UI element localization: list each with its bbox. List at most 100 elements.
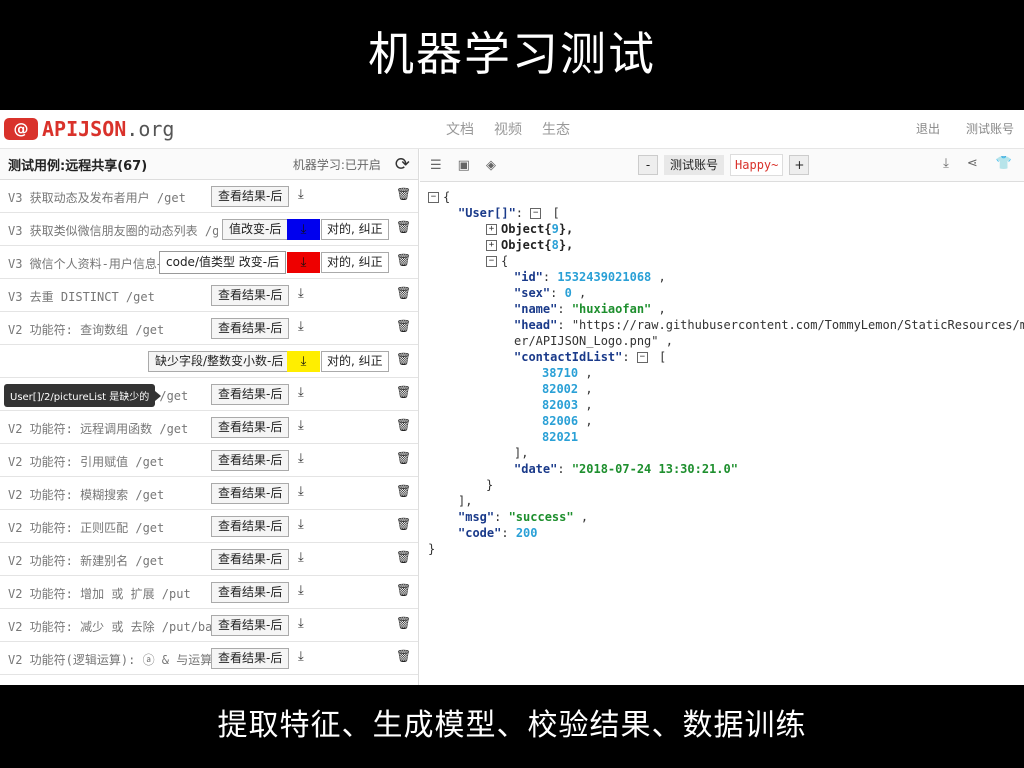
trash-icon[interactable]: 🗑: [396, 418, 411, 432]
view-result-button[interactable]: 查看结果-后: [211, 549, 290, 570]
logout-link[interactable]: 退出: [916, 120, 940, 137]
test-case-name[interactable]: V3 去重 DISTINCT /get: [8, 288, 218, 305]
view-result-button[interactable]: 查看结果-后: [211, 384, 290, 405]
test-case-name[interactable]: V2 功能符: 减少 或 去除 /put/bala: [8, 618, 218, 635]
test-case-row[interactable]: V3 获取类似微信朋友圈的动态列表 /get 值改变-后 ⤓ 对的, 纠正 🗑: [0, 213, 418, 246]
diff-indicator[interactable]: ⤓: [287, 252, 320, 273]
test-case-name[interactable]: V3 获取动态及发布者用户 /get: [8, 189, 218, 206]
save-icon[interactable]: ▣: [458, 158, 470, 173]
test-account-link[interactable]: 测试账号: [966, 120, 1014, 137]
test-case-name[interactable]: V2 功能符: 远程调用函数 /get: [8, 420, 218, 437]
trash-icon[interactable]: 🗑: [396, 517, 411, 531]
test-case-row[interactable]: V2 功能符: 新建别名 /get 查看结果-后 ⤓ 🗑: [0, 543, 418, 576]
test-case-row[interactable]: V2 功能符: 正则匹配 /get 查看结果-后 ⤓ 🗑: [0, 510, 418, 543]
json-token: "2018-07-24 13:30:21.0": [571, 462, 738, 476]
compare-result-button[interactable]: 缺少字段/整数变小数-后: [148, 351, 291, 372]
nav-video[interactable]: 视频: [494, 119, 522, 139]
expand-toggle-icon[interactable]: +: [486, 240, 497, 251]
list-icon[interactable]: ☰: [430, 158, 442, 173]
diff-indicator[interactable]: ⤓: [287, 219, 320, 240]
test-case-row[interactable]: V3 去重 DISTINCT /get 查看结果-后 ⤓ 🗑: [0, 279, 418, 312]
response-panel: ☰ ▣ ◈ - 测试账号 Happy~ + ⤓ ⋖ 👕 −{"User[]": …: [420, 149, 1024, 685]
download-icon[interactable]: ⤓: [298, 187, 304, 202]
trash-icon[interactable]: 🗑: [396, 253, 411, 267]
correct-button[interactable]: 对的, 纠正: [321, 252, 389, 273]
test-case-row[interactable]: V2 功能符: 引用赋值 /get 查看结果-后 ⤓ 🗑: [0, 444, 418, 477]
view-result-button[interactable]: 查看结果-后: [211, 648, 290, 669]
share-icon[interactable]: ⋖: [967, 156, 978, 171]
trash-icon[interactable]: 🗑: [396, 220, 411, 234]
nav-docs[interactable]: 文档: [446, 119, 474, 139]
view-result-button[interactable]: 查看结果-后: [211, 516, 290, 537]
download-icon[interactable]: ⤓: [298, 418, 304, 433]
trash-icon[interactable]: 🗑: [396, 649, 411, 663]
trash-icon[interactable]: 🗑: [396, 319, 411, 333]
download-icon[interactable]: ⤓: [298, 649, 304, 664]
test-case-row[interactable]: V2 功能符: 远程调用函数 /get 查看结果-后 ⤓ 🗑: [0, 411, 418, 444]
test-case-row[interactable]: V2 功能符: 模糊搜索 /get 查看结果-后 ⤓ 🗑: [0, 477, 418, 510]
test-case-name[interactable]: V2 功能符: 模糊搜索 /get: [8, 486, 218, 503]
test-case-name[interactable]: V2 功能符: 查询数组 /get: [8, 321, 218, 338]
test-case-row[interactable]: V2 功能符: 增加 或 扩展 /put 查看结果-后 ⤓ 🗑: [0, 576, 418, 609]
trash-icon[interactable]: 🗑: [396, 484, 411, 498]
diff-indicator[interactable]: ⤓: [287, 351, 320, 372]
download-icon[interactable]: ⤓: [298, 286, 304, 301]
collapse-toggle-icon[interactable]: −: [428, 192, 439, 203]
download-icon[interactable]: ⤓: [298, 385, 304, 400]
trash-icon[interactable]: 🗑: [396, 187, 411, 201]
compare-result-button[interactable]: 值改变-后: [222, 219, 289, 240]
correct-button[interactable]: 对的, 纠正: [321, 351, 389, 372]
next-account-button[interactable]: +: [789, 155, 810, 175]
view-result-button[interactable]: 查看结果-后: [211, 615, 290, 636]
refresh-icon[interactable]: ⟳: [395, 154, 410, 175]
trash-icon[interactable]: 🗑: [396, 583, 411, 597]
view-result-button[interactable]: 查看结果-后: [211, 450, 290, 471]
ml-status[interactable]: 机器学习:已开启: [293, 156, 381, 173]
collapse-toggle-icon[interactable]: −: [530, 208, 542, 219]
nav-ecosystem[interactable]: 生态: [542, 119, 570, 139]
test-case-name[interactable]: V2 功能符: 引用赋值 /get: [8, 453, 218, 470]
collapse-toggle-icon[interactable]: −: [636, 352, 648, 363]
test-case-name[interactable]: V2 功能符: 增加 或 扩展 /put: [8, 585, 218, 602]
test-case-row[interactable]: 缺少字段/整数变小数-后 ⤓ 对的, 纠正 🗑: [0, 345, 418, 378]
download-icon[interactable]: ⤓: [298, 550, 304, 565]
test-case-row[interactable]: V3 获取动态及发布者用户 /get 查看结果-后 ⤓ 🗑: [0, 180, 418, 213]
test-case-row[interactable]: V2 功能符: 减少 或 去除 /put/bala 查看结果-后 ⤓ 🗑: [0, 609, 418, 642]
download-icon[interactable]: ⤓: [298, 583, 304, 598]
expand-toggle-icon[interactable]: +: [486, 224, 497, 235]
logo[interactable]: @ APIJSON.org: [4, 116, 174, 142]
test-case-name[interactable]: V2 功能符: 正则匹配 /get: [8, 519, 218, 536]
view-result-button[interactable]: 查看结果-后: [211, 417, 290, 438]
type-change-box[interactable]: code/值类型 改变-后: [159, 251, 287, 274]
trash-icon[interactable]: 🗑: [396, 550, 411, 564]
download-icon[interactable]: ⤓: [298, 451, 304, 466]
view-result-button[interactable]: 查看结果-后: [211, 582, 290, 603]
prev-account-button[interactable]: -: [638, 155, 658, 175]
test-case-row[interactable]: V2 功能符: 查询数组 /get 查看结果-后 ⤓ 🗑: [0, 312, 418, 345]
layers-icon[interactable]: ◈: [486, 158, 496, 173]
download-icon[interactable]: ⤓: [298, 484, 304, 499]
test-case-row[interactable]: V3 微信个人资料-用户信息+ ⤓ 对的, 纠正 🗑 code/值类型 改变-后: [0, 246, 418, 279]
trash-icon[interactable]: 🗑: [396, 352, 411, 366]
view-result-button[interactable]: 查看结果-后: [211, 483, 290, 504]
json-token: 82002: [542, 382, 579, 396]
download-icon[interactable]: ⤓: [298, 319, 304, 334]
trash-icon[interactable]: 🗑: [396, 286, 411, 300]
test-case-name[interactable]: V3 获取类似微信朋友圈的动态列表 /get: [8, 222, 218, 239]
trash-icon[interactable]: 🗑: [396, 616, 411, 630]
trash-icon[interactable]: 🗑: [396, 451, 411, 465]
view-result-button[interactable]: 查看结果-后: [211, 318, 290, 339]
collapse-toggle-icon[interactable]: −: [486, 256, 497, 267]
download-icon[interactable]: ⤓: [943, 156, 949, 171]
view-result-button[interactable]: 查看结果-后: [211, 285, 290, 306]
test-case-name[interactable]: V2 功能符: 新建别名 /get: [8, 552, 218, 569]
download-icon[interactable]: ⤓: [298, 517, 304, 532]
trash-icon[interactable]: 🗑: [396, 385, 411, 399]
test-case-row[interactable]: V2 功能符(逻辑运算): ⓐ & 与运算 /h 查看结果-后 ⤓ 🗑: [0, 642, 418, 675]
account-name[interactable]: Happy~: [730, 154, 784, 176]
view-result-button[interactable]: 查看结果-后: [211, 186, 290, 207]
correct-button[interactable]: 对的, 纠正: [321, 219, 389, 240]
test-case-name[interactable]: V2 功能符(逻辑运算): ⓐ & 与运算 /h: [8, 651, 218, 668]
shirt-icon[interactable]: 👕: [996, 156, 1012, 171]
download-icon[interactable]: ⤓: [298, 616, 304, 631]
